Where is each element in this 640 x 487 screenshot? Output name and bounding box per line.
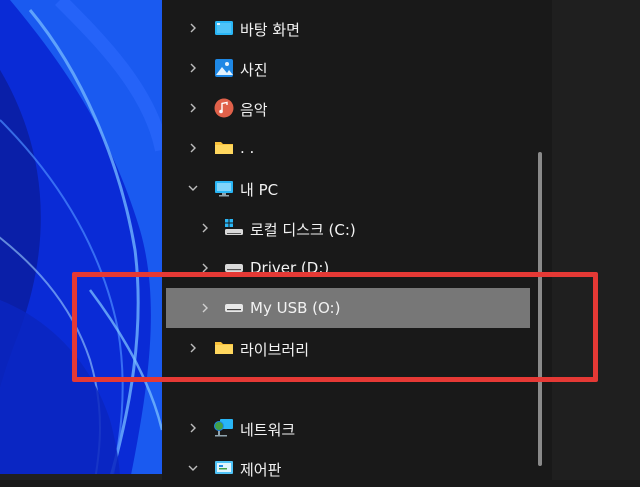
- control-panel-icon: [214, 458, 234, 478]
- nav-item-control-panel[interactable]: 제어판: [162, 449, 534, 487]
- chevron-right-icon[interactable]: [198, 221, 212, 235]
- folder-icon: [214, 138, 234, 158]
- nav-item-label: . .: [240, 139, 255, 157]
- nav-item-pictures[interactable]: 사진: [162, 49, 534, 87]
- taskbar-edge: [0, 474, 162, 480]
- system-drive-icon: [224, 218, 244, 238]
- this-pc-icon: [214, 178, 234, 198]
- chevron-right-icon[interactable]: [186, 21, 200, 35]
- nav-item-desktop[interactable]: 바탕 화면: [162, 9, 534, 47]
- chevron-right-icon[interactable]: [186, 61, 200, 75]
- chevron-right-icon[interactable]: [186, 101, 200, 115]
- nav-item-label: 네트워크: [240, 421, 296, 439]
- music-icon: [214, 98, 234, 118]
- nav-item-label: 로컬 디스크 (C:): [250, 221, 356, 239]
- pictures-icon: [214, 58, 234, 78]
- desktop-wallpaper: [0, 0, 162, 480]
- chevron-right-icon[interactable]: [186, 421, 200, 435]
- wallpaper-bloom-graphic: [0, 0, 162, 480]
- network-icon: [214, 418, 234, 438]
- nav-item-label: 바탕 화면: [240, 21, 300, 39]
- navigation-pane[interactable]: 바탕 화면 사진 음악 . . 내 PC 로컬 디스크 (C:) Driver …: [162, 0, 552, 480]
- content-pane[interactable]: [552, 0, 640, 480]
- nav-item-music[interactable]: 음악: [162, 89, 534, 127]
- chevron-right-icon[interactable]: [186, 141, 200, 155]
- nav-item-this-pc[interactable]: 내 PC: [162, 169, 534, 207]
- nav-item-label: 음악: [240, 101, 268, 119]
- chevron-down-icon[interactable]: [186, 181, 200, 195]
- nav-item-label: 내 PC: [240, 181, 279, 199]
- nav-item-local-disk-c[interactable]: 로컬 디스크 (C:): [162, 209, 534, 247]
- desktop-icon: [214, 18, 234, 38]
- highlight-annotation-box: [72, 272, 598, 382]
- nav-item-label: 사진: [240, 61, 268, 79]
- nav-item-label: 제어판: [240, 461, 282, 479]
- nav-item-folder[interactable]: . .: [162, 129, 534, 167]
- chevron-down-icon[interactable]: [186, 461, 200, 475]
- nav-item-network[interactable]: 네트워크: [162, 409, 534, 447]
